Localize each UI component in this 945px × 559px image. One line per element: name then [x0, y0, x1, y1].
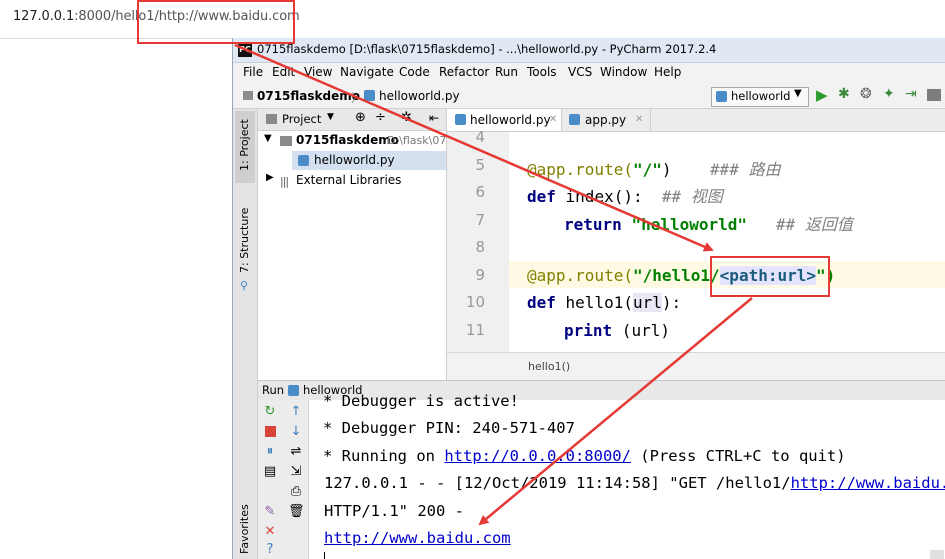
arrow-route-to-console — [478, 297, 753, 526]
arrow-url-to-route — [234, 43, 714, 252]
annotation-arrows — [234, 43, 753, 526]
